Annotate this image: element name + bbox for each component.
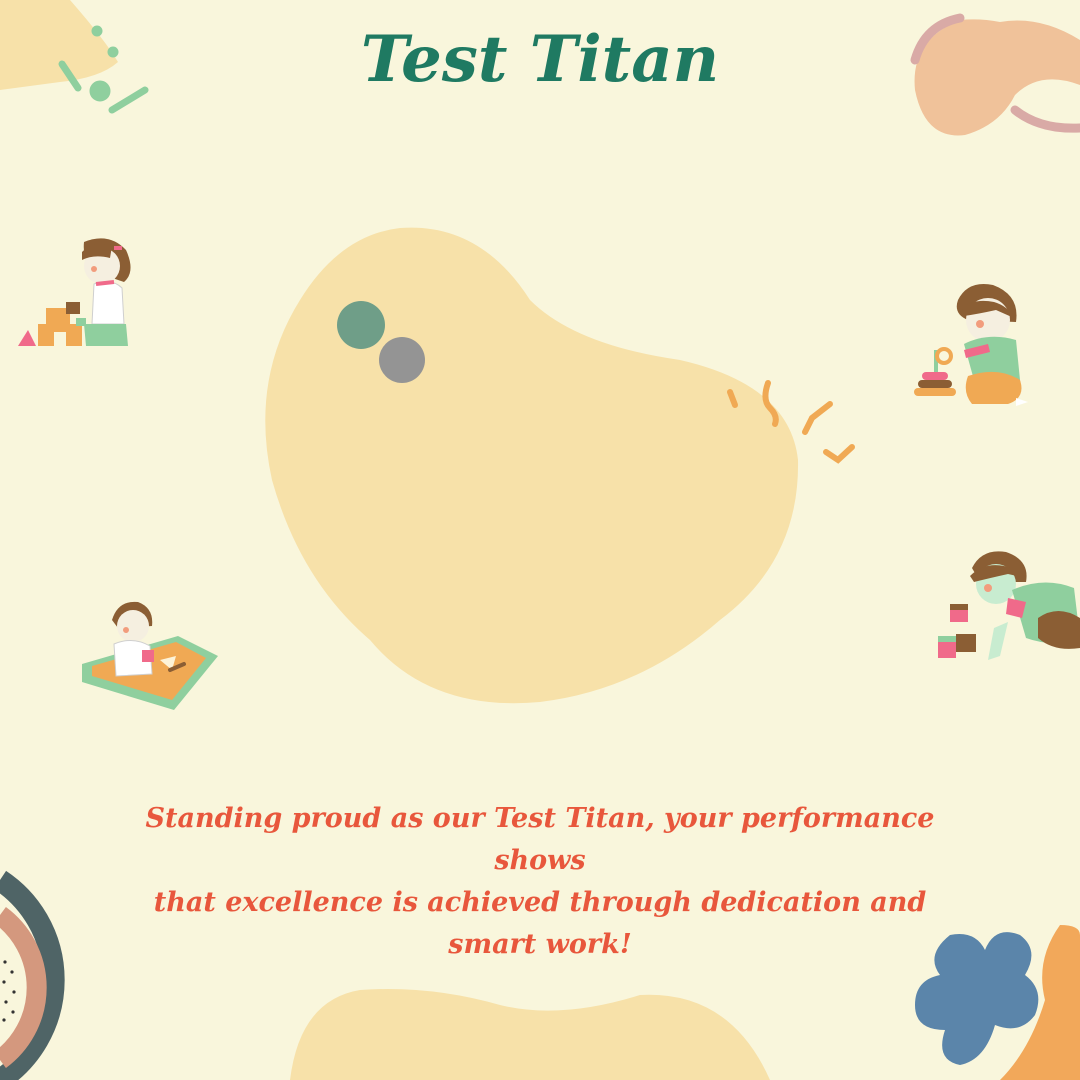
teal-dot bbox=[337, 301, 385, 349]
central-blob bbox=[265, 227, 799, 704]
page-title: Test Titan bbox=[360, 22, 720, 97]
congratulation-message: Standing proud as our Test Titan, your p… bbox=[110, 798, 970, 966]
message-line-2: that excellence is achieved through dedi… bbox=[153, 887, 927, 960]
bottom-center-blob bbox=[290, 989, 770, 1080]
child-in-sandbox-illustration bbox=[82, 601, 218, 710]
child-crawling-with-blocks-illustration bbox=[938, 551, 1080, 660]
message-line-1: Standing proud as our Test Titan, your p… bbox=[145, 803, 935, 876]
gray-dot bbox=[379, 337, 425, 383]
girl-building-blocks-illustration bbox=[18, 238, 131, 346]
bottom-left-rainbow bbox=[0, 870, 65, 1080]
boy-stacking-rings-illustration bbox=[914, 284, 1028, 406]
